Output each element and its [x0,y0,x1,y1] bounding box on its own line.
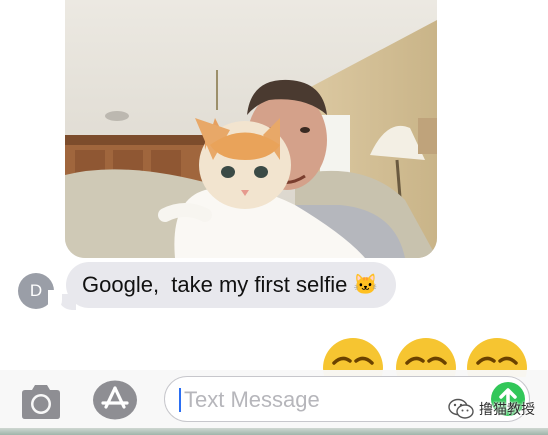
app-store-button[interactable] [92,380,138,420]
cat-face-emoji: 🐱 [353,274,379,296]
camera-button[interactable] [18,384,64,420]
app-store-icon [93,380,137,420]
text-caret [179,388,181,412]
message-text: Google, take my first selfie [82,272,348,297]
photo-message[interactable] [65,0,437,258]
bottom-edge [0,428,548,435]
watermark: 撸猫教授 [448,396,535,422]
avatar-initial: D [29,281,43,300]
watermark-text: 撸猫教授 [479,402,535,418]
incoming-message-bubble[interactable]: Google, take my first selfie 🐱 [66,262,397,308]
bubble-tail-cut [48,290,62,312]
camera-icon [22,385,60,419]
message-placeholder: Text Message [184,387,320,412]
wechat-icon [448,398,474,419]
selfie-photo [65,0,437,258]
